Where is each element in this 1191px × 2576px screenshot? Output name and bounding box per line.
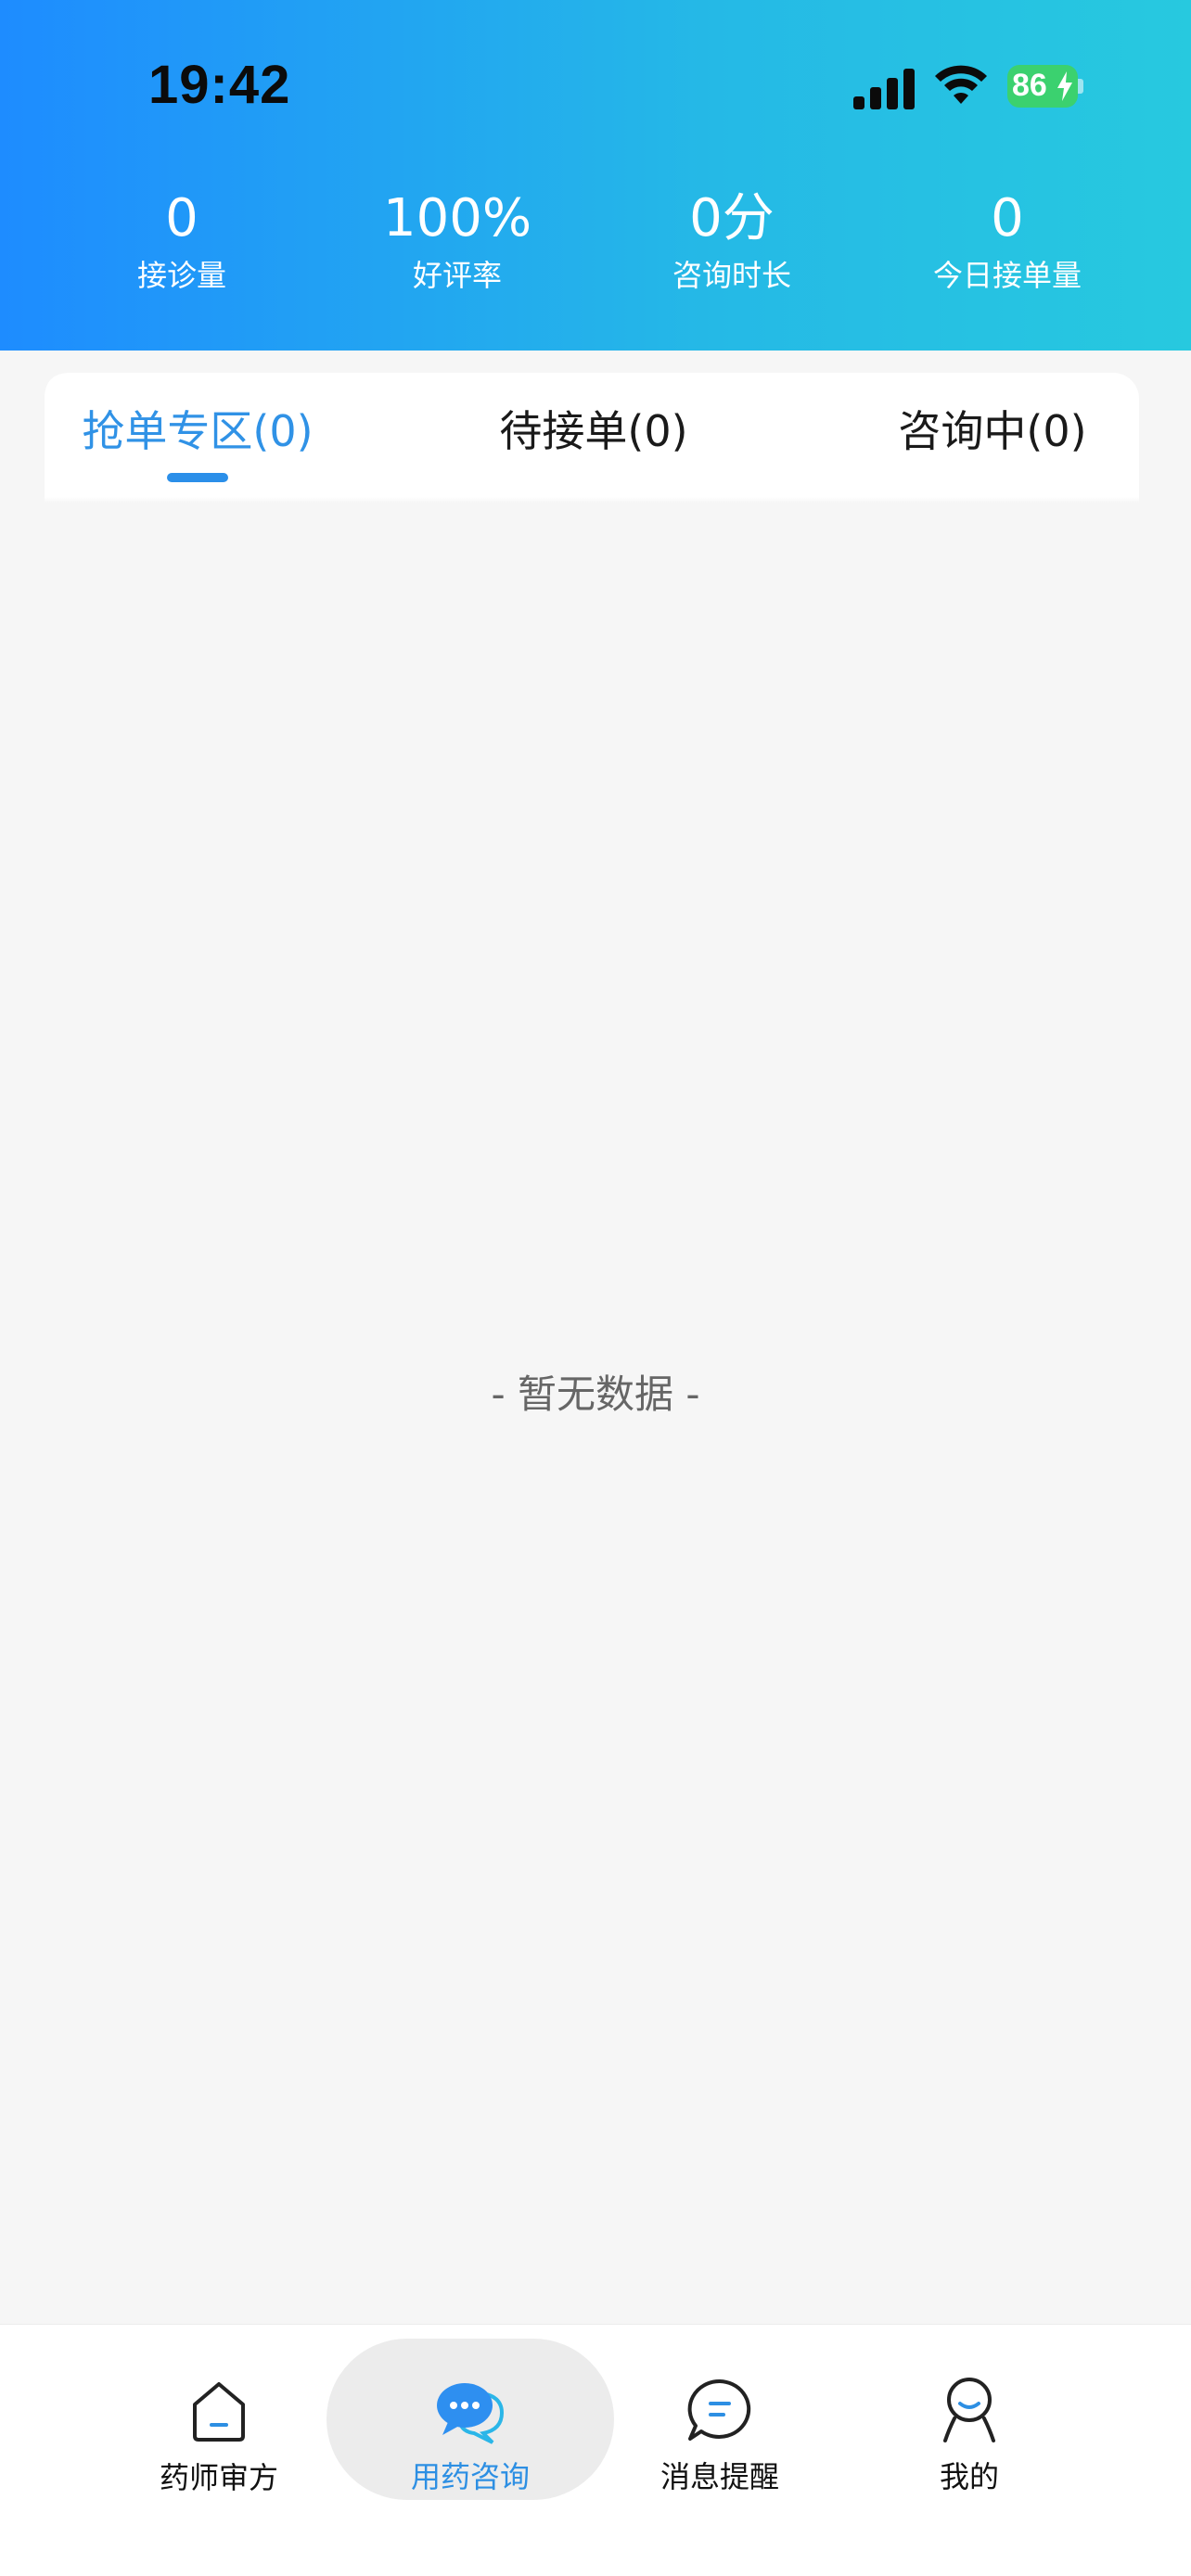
home-icon: [193, 2382, 245, 2442]
tab-grab-orders[interactable]: 抢单专区(0): [45, 380, 351, 482]
tab-active-indicator: [167, 473, 228, 482]
stats-row: 0 接诊量 100% 好评率 0分 咨询时长 0 今日接单量: [0, 185, 1191, 306]
stat-value: 0分: [689, 188, 775, 249]
status-bar: 19:42 86: [0, 0, 1191, 176]
nav-label: 药师审方: [159, 2460, 278, 2495]
signal-icon: [853, 67, 916, 109]
person-icon: [943, 2378, 995, 2442]
status-time: 19:42: [148, 55, 291, 115]
nav-label: 我的: [939, 2459, 999, 2494]
stat-consultations: 0 接诊量: [43, 185, 321, 299]
stat-value: 0: [991, 188, 1024, 249]
stat-today-orders: 0 今日接单量: [868, 185, 1146, 299]
stat-label: 今日接单量: [932, 258, 1082, 293]
nav-item-prescription-review[interactable]: 药师审方: [80, 2362, 358, 2529]
nav-item-mine[interactable]: 我的: [830, 2361, 1108, 2528]
stat-label: 咨询时长: [672, 258, 791, 293]
message-icon: [687, 2378, 751, 2441]
stat-duration: 0分 咨询时长: [593, 185, 871, 299]
nav-label: 消息提醒: [660, 2459, 779, 2494]
tab-pending-orders[interactable]: 待接单(0): [455, 380, 733, 482]
battery-icon: 86: [1007, 65, 1083, 108]
app-screen: 19:42 86 0 接诊量 100% 好评率 0分 咨询时长 0 今日接单量 …: [0, 0, 1191, 2576]
stat-label: 接诊量: [136, 258, 226, 293]
header: 19:42 86 0 接诊量 100% 好评率 0分 咨询时长 0 今日接单量: [0, 0, 1191, 351]
stat-value: 100%: [382, 188, 532, 249]
stat-rating: 100% 好评率: [318, 185, 596, 299]
stat-label: 好评率: [412, 258, 502, 293]
empty-state-text: - 暂无数据 -: [491, 1371, 700, 1417]
stat-value: 0: [165, 188, 198, 249]
tab-in-consultation[interactable]: 咨询中(0): [863, 380, 1122, 482]
chat-bubbles-icon: [437, 2383, 505, 2444]
nav-item-medication-consult[interactable]: 用药咨询: [331, 2361, 609, 2528]
nav-item-message-reminder[interactable]: 消息提醒: [581, 2361, 859, 2528]
wifi-icon: [935, 65, 987, 104]
nav-label: 用药咨询: [410, 2459, 530, 2494]
battery-level: 86: [1012, 68, 1047, 103]
